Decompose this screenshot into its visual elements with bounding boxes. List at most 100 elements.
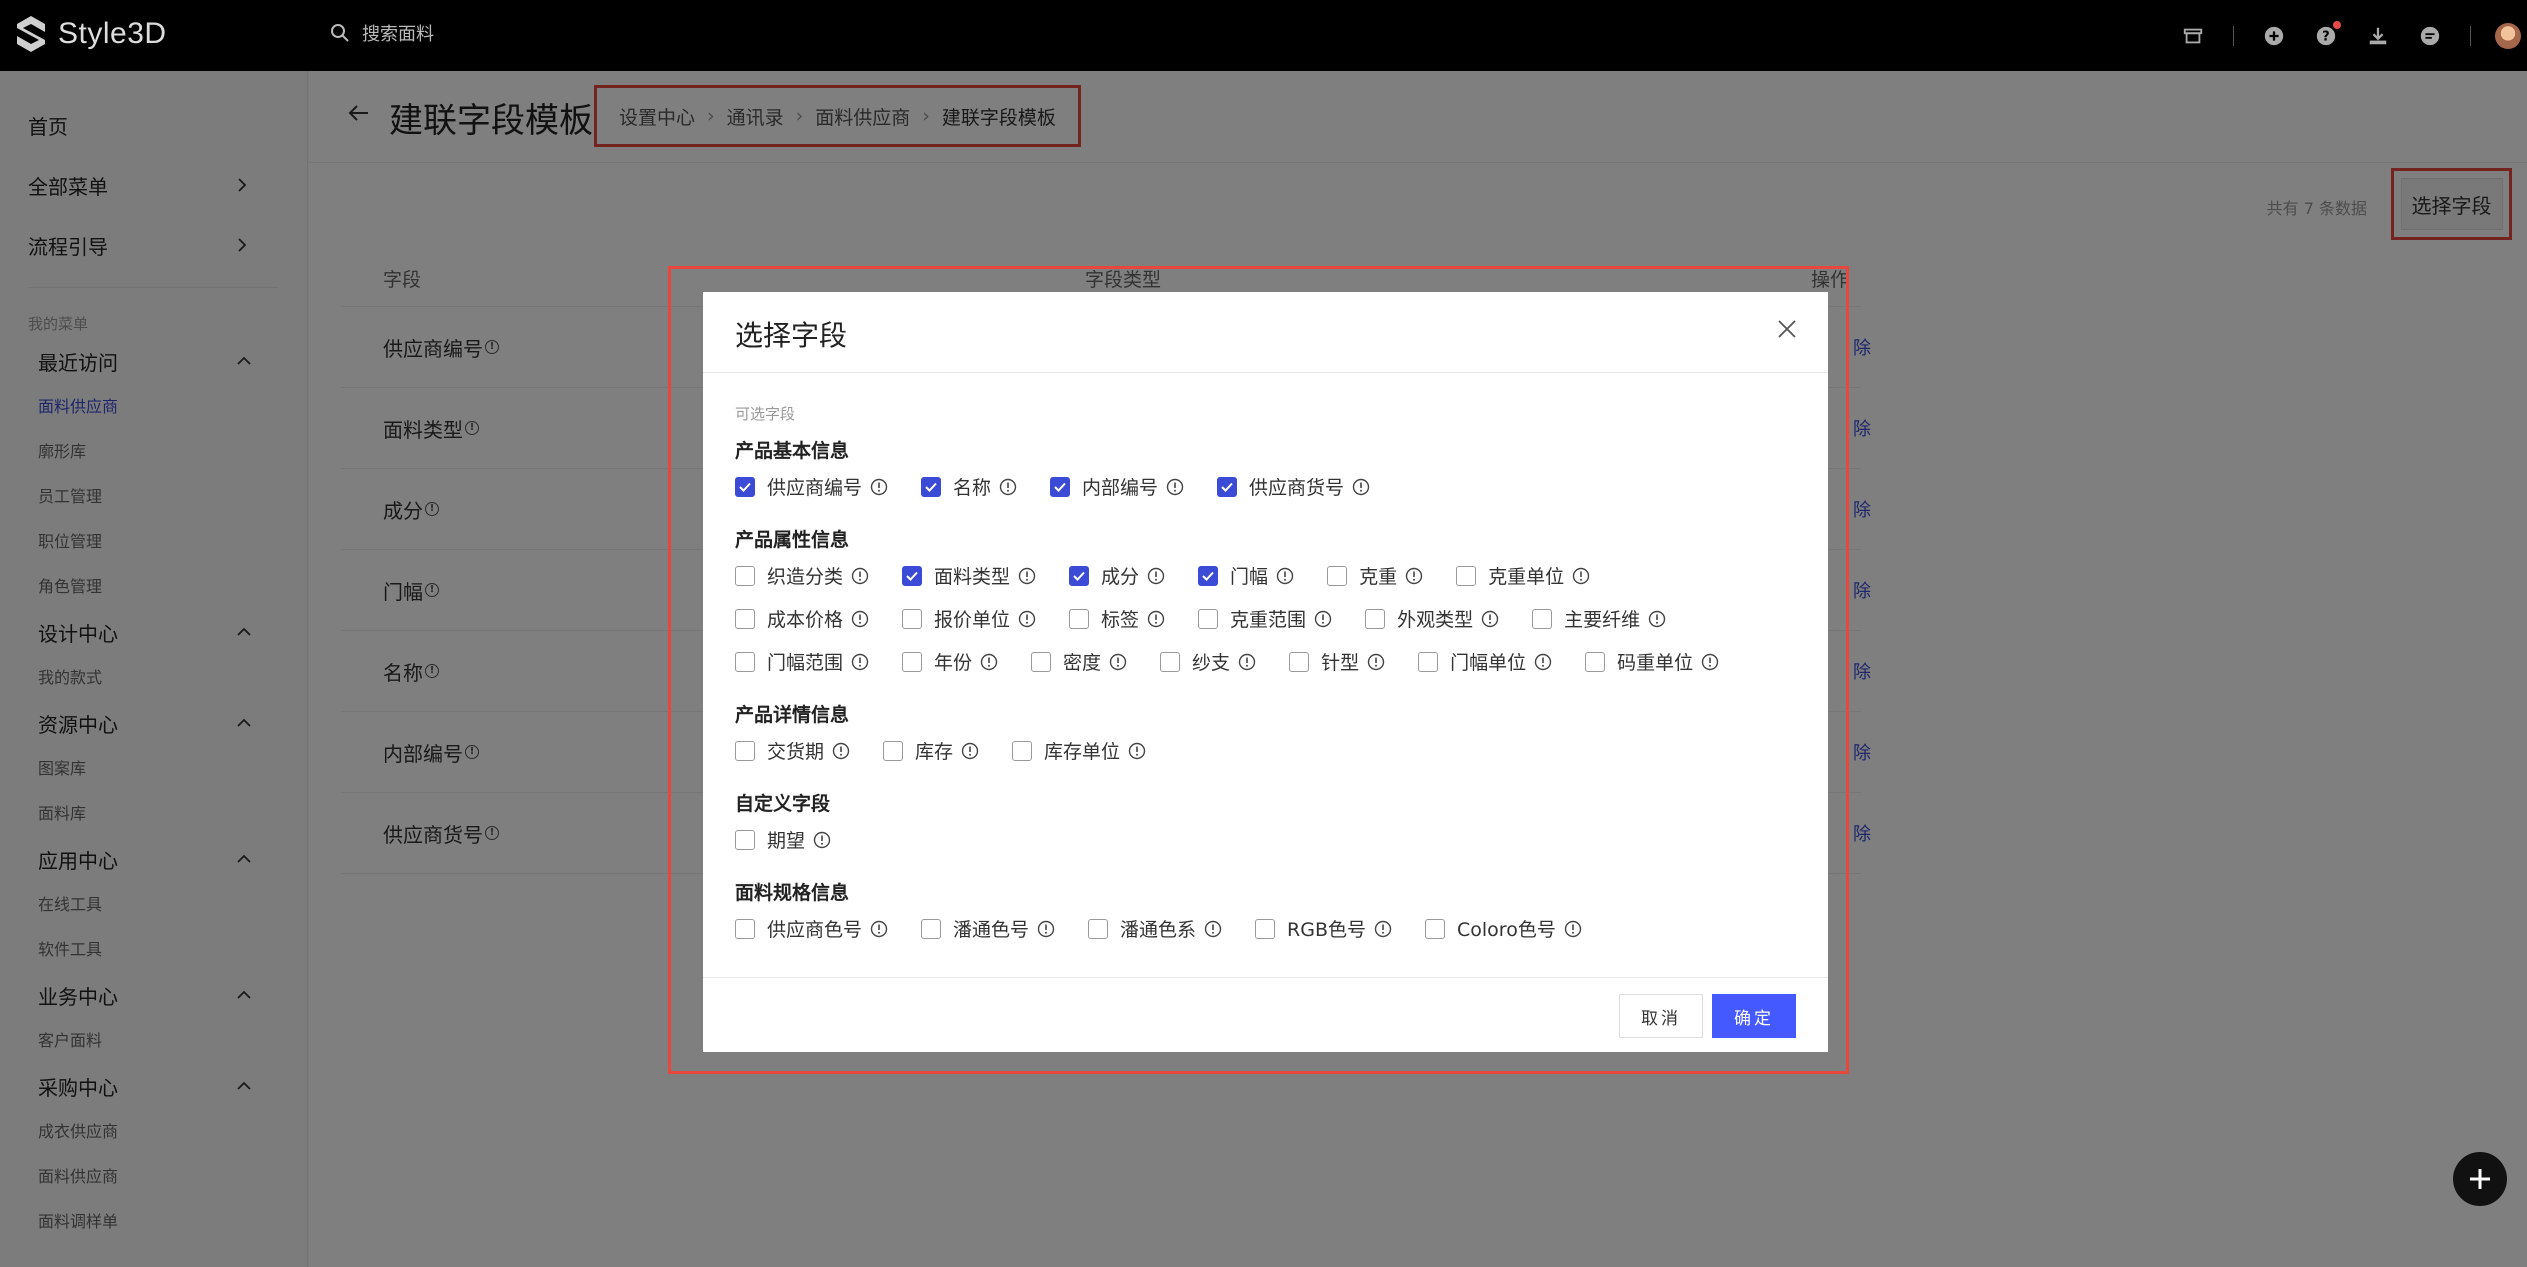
close-icon[interactable] bbox=[1776, 318, 1798, 340]
check-icon bbox=[925, 482, 937, 492]
section-title: 产品属性信息 bbox=[735, 529, 850, 551]
field-checkbox[interactable]: 潘通色号 bbox=[921, 915, 1055, 942]
checkbox[interactable] bbox=[1198, 608, 1219, 629]
field-checkbox[interactable]: 交货期 bbox=[735, 737, 850, 764]
download-icon[interactable] bbox=[2366, 24, 2390, 48]
add-circle-icon[interactable] bbox=[2262, 24, 2286, 48]
checkbox[interactable] bbox=[1255, 918, 1276, 939]
field-checkbox[interactable]: 外观类型 bbox=[1365, 605, 1499, 632]
checkbox[interactable] bbox=[1031, 651, 1052, 672]
field-checkbox[interactable]: 期望 bbox=[735, 826, 831, 853]
field-checkbox[interactable]: 年份 bbox=[902, 648, 998, 675]
info-icon bbox=[1238, 653, 1256, 670]
field-checkbox[interactable]: 潘通色系 bbox=[1088, 915, 1222, 942]
info-icon bbox=[870, 920, 888, 937]
field-checkbox[interactable]: 克重单位 bbox=[1456, 562, 1590, 589]
checkbox[interactable] bbox=[902, 565, 923, 586]
checkbox[interactable] bbox=[902, 651, 923, 672]
checkbox-label: 报价单位 bbox=[934, 609, 1011, 631]
checkbox[interactable] bbox=[1532, 608, 1553, 629]
field-checkbox[interactable]: 库存单位 bbox=[1012, 737, 1146, 764]
floating-add-button[interactable] bbox=[2453, 1152, 2507, 1206]
field-checkbox[interactable]: RGB色号 bbox=[1255, 915, 1392, 942]
checkbox[interactable] bbox=[735, 476, 755, 497]
field-checkbox[interactable]: 织造分类 bbox=[735, 562, 869, 589]
confirm-button[interactable]: 确定 bbox=[1712, 994, 1796, 1038]
info-icon bbox=[1147, 567, 1165, 584]
checkbox[interactable] bbox=[1289, 651, 1310, 672]
dialog-footer: 取消 确定 bbox=[703, 977, 1828, 1052]
checkbox[interactable] bbox=[1217, 476, 1238, 497]
svg-text:?: ? bbox=[2322, 30, 2329, 45]
checkbox-label: 密度 bbox=[1063, 652, 1102, 674]
checkbox[interactable] bbox=[735, 918, 755, 939]
info-icon bbox=[999, 478, 1017, 495]
search-icon bbox=[331, 24, 349, 42]
field-checkbox[interactable]: 面料类型 bbox=[902, 562, 1036, 589]
checkbox[interactable] bbox=[1425, 918, 1446, 939]
field-checkbox[interactable]: 库存 bbox=[883, 737, 979, 764]
cancel-button[interactable]: 取消 bbox=[1619, 994, 1703, 1038]
check-icon bbox=[906, 571, 918, 581]
message-icon[interactable] bbox=[2418, 24, 2442, 48]
field-checkbox[interactable]: Coloro色号 bbox=[1425, 915, 1582, 942]
checkbox[interactable] bbox=[1327, 565, 1348, 586]
avatar[interactable] bbox=[2495, 23, 2521, 49]
info-icon bbox=[1352, 478, 1370, 495]
checkbox[interactable] bbox=[1050, 476, 1071, 497]
checkbox[interactable] bbox=[1418, 651, 1439, 672]
checkbox[interactable] bbox=[1069, 565, 1090, 586]
checkbox[interactable] bbox=[1160, 651, 1181, 672]
store-icon[interactable] bbox=[2181, 24, 2205, 48]
field-checkbox[interactable]: 名称 bbox=[921, 473, 1017, 500]
checkbox[interactable] bbox=[735, 565, 755, 586]
field-checkbox[interactable]: 门幅 bbox=[1198, 562, 1294, 589]
search-bar[interactable]: 搜索面料 bbox=[330, 20, 434, 46]
checkbox[interactable] bbox=[1088, 918, 1109, 939]
checkbox[interactable] bbox=[1585, 651, 1606, 672]
field-checkbox[interactable]: 纱支 bbox=[1160, 648, 1256, 675]
field-checkbox[interactable]: 供应商编号 bbox=[735, 473, 888, 500]
checkbox[interactable] bbox=[1365, 608, 1386, 629]
field-checkbox[interactable]: 克重 bbox=[1327, 562, 1423, 589]
checkbox[interactable] bbox=[883, 740, 904, 761]
checkbox[interactable] bbox=[902, 608, 923, 629]
checkbox[interactable] bbox=[921, 476, 942, 497]
field-checkbox[interactable]: 供应商色号 bbox=[735, 915, 888, 942]
checkbox-label: 织造分类 bbox=[767, 566, 844, 588]
checkbox[interactable] bbox=[735, 608, 755, 629]
checkbox[interactable] bbox=[735, 829, 755, 850]
checkbox[interactable] bbox=[1198, 565, 1219, 586]
info-icon bbox=[1564, 920, 1582, 937]
checkbox[interactable] bbox=[1069, 608, 1090, 629]
checkbox-label: 名称 bbox=[953, 477, 992, 499]
field-checkbox[interactable]: 码重单位 bbox=[1585, 648, 1719, 675]
field-checkbox[interactable]: 门幅单位 bbox=[1418, 648, 1552, 675]
field-checkbox[interactable]: 标签 bbox=[1069, 605, 1165, 632]
info-icon bbox=[870, 478, 888, 495]
field-checkbox[interactable]: 报价单位 bbox=[902, 605, 1036, 632]
checkbox[interactable] bbox=[735, 740, 755, 761]
logo[interactable]: Style3D bbox=[14, 14, 167, 54]
checkbox-label: 纱支 bbox=[1192, 652, 1231, 674]
field-checkbox[interactable]: 主要纤维 bbox=[1532, 605, 1666, 632]
field-checkbox[interactable]: 门幅范围 bbox=[735, 648, 869, 675]
field-checkbox[interactable]: 针型 bbox=[1289, 648, 1385, 675]
field-checkbox[interactable]: 密度 bbox=[1031, 648, 1127, 675]
checkbox-label: 交货期 bbox=[767, 741, 825, 763]
field-sections: 产品基本信息 供应商编号 名称 内部编号 供应商货号 产品属性信息 织造分类 面料类型 成分 门幅… bbox=[735, 437, 1796, 960]
checkbox-label: 年份 bbox=[934, 652, 973, 674]
field-checkbox[interactable]: 供应商货号 bbox=[1217, 473, 1370, 500]
checkbox[interactable] bbox=[1456, 565, 1477, 586]
check-icon bbox=[1054, 482, 1066, 492]
field-checkbox[interactable]: 克重范围 bbox=[1198, 605, 1332, 632]
checkbox[interactable] bbox=[921, 918, 942, 939]
help-icon[interactable]: ? bbox=[2314, 21, 2341, 48]
field-checkbox[interactable]: 成分 bbox=[1069, 562, 1165, 589]
checkbox[interactable] bbox=[735, 651, 755, 672]
info-icon bbox=[1648, 610, 1666, 627]
field-checkbox[interactable]: 成本价格 bbox=[735, 605, 869, 632]
field-checkbox[interactable]: 内部编号 bbox=[1050, 473, 1184, 500]
checkbox[interactable] bbox=[1012, 740, 1033, 761]
